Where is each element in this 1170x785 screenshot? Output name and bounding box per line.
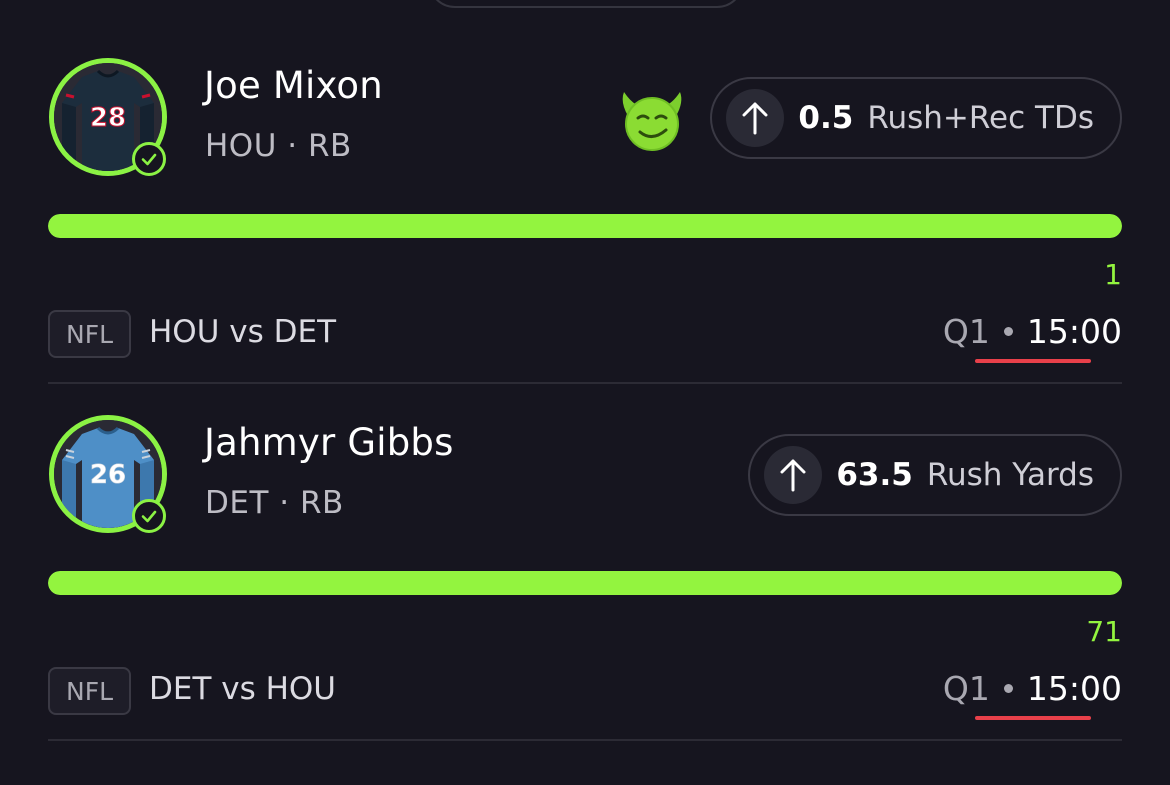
prop-stat: Rush+Rec TDs [867, 100, 1094, 136]
progress-fill [48, 214, 1122, 238]
pick-selection-pill[interactable]: 0.5 Rush+Rec TDs [710, 77, 1122, 159]
team-position: HOU · RB [205, 128, 352, 164]
game-clock: 15:00 [1026, 669, 1122, 708]
player-name: Jahmyr Gibbs [204, 421, 454, 464]
svg-text:26: 26 [90, 460, 126, 490]
verified-check-icon [132, 142, 166, 176]
league-badge: NFL [48, 667, 132, 715]
pick-card: 26 Jahmyr Gibbs DET · RB 63.5 Rush Yards… [0, 357, 1170, 741]
team-position: DET · RB [205, 485, 344, 521]
progress-bar [48, 571, 1122, 595]
quarter: Q1 [942, 312, 990, 351]
matchup: DET vs HOU [149, 671, 336, 707]
game-clock: 15:00 [1026, 312, 1122, 351]
prop-line: 0.5 [798, 100, 854, 136]
prop-line: 63.5 [836, 457, 913, 493]
pick-selection-pill[interactable]: 63.5 Rush Yards [748, 434, 1122, 516]
arrow-up-icon [764, 446, 823, 504]
prop-stat: Rush Yards [926, 457, 1094, 493]
arrow-up-icon [726, 89, 785, 147]
progress-bar [48, 214, 1122, 238]
game-status: Q1 15:00 [943, 669, 1122, 708]
player-name: Joe Mixon [204, 64, 383, 107]
status-underline [975, 716, 1091, 720]
svg-text:28: 28 [90, 103, 126, 133]
game-status: Q1 15:00 [943, 312, 1122, 351]
matchup: HOU vs DET [149, 314, 336, 350]
separator-dot [1003, 684, 1013, 693]
verified-check-icon [132, 499, 166, 533]
separator-dot [1003, 327, 1013, 336]
divider [48, 739, 1122, 741]
league-badge: NFL [48, 310, 132, 358]
pick-card: 28 Joe Mixon HOU · RB 0.5 Rush+Rec TDs 1… [0, 0, 1170, 384]
quarter: Q1 [942, 669, 990, 708]
actual-value: 71 [1086, 615, 1122, 648]
progress-fill [48, 571, 1122, 595]
smiling-devil-emoji-icon [622, 92, 682, 151]
actual-value: 1 [1104, 258, 1122, 291]
